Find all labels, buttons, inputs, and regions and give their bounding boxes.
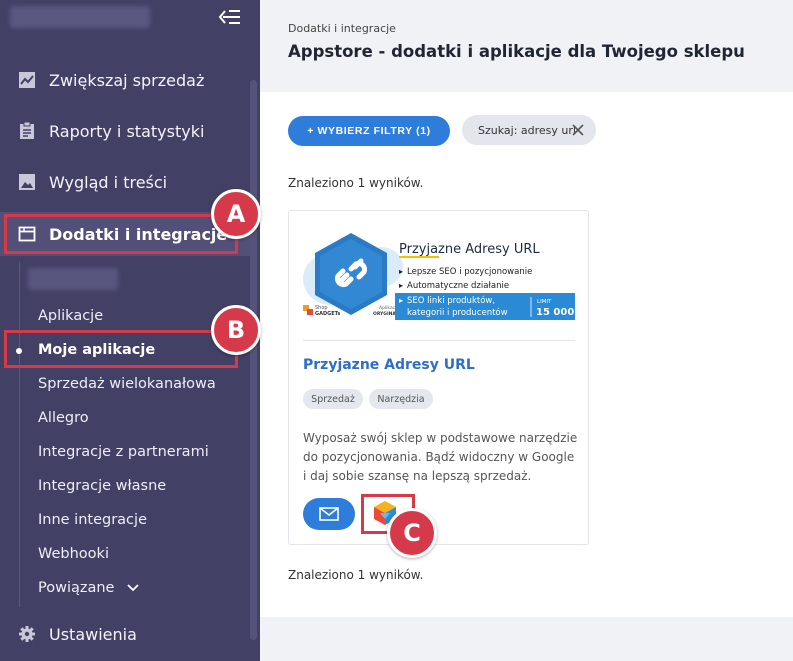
nav-item-sales[interactable]: Zwiększaj sprzedaż [0, 58, 250, 102]
submenu-item-custom[interactable]: Integracje własne [38, 476, 166, 496]
app-title[interactable]: Przyjazne Adresy URL [303, 357, 475, 373]
collapse-sidebar-icon[interactable] [218, 8, 242, 26]
nav-item-reports[interactable]: Raporty i statystyki [0, 109, 250, 153]
choose-filters-button[interactable]: + WYBIERZ FILTRY (1) [288, 116, 450, 146]
submenu-item-webhooks[interactable]: Webhooki [38, 544, 109, 564]
submenu-item-other[interactable]: Inne integracje [38, 510, 147, 530]
tag-sales[interactable]: Sprzedaż [303, 389, 363, 409]
nav-item-settings[interactable]: Ustawienia [0, 612, 250, 656]
close-icon[interactable] [572, 124, 584, 136]
search-filter-chip: Szukaj: adresy url [462, 115, 596, 145]
banner-bullet-2: Automatyczne działanie [407, 281, 509, 291]
limit-value: 15 000 [536, 307, 574, 318]
submenu-label: Powiązane [38, 580, 115, 596]
image-icon [19, 174, 35, 190]
banner-highlight-1: SEO linki produktów, [407, 295, 495, 306]
results-count: Znaleziono 1 wyników. [288, 176, 424, 190]
submenu-item-multichannel[interactable]: Sprzedaż wielokanałowa [38, 374, 216, 394]
banner-bullet: ▸ [399, 267, 403, 276]
submenu-item-related[interactable]: Powiązane [38, 578, 139, 598]
banner-bullet: ▸ [399, 296, 403, 305]
results-count-bottom: Znaleziono 1 wyników. [288, 568, 424, 582]
card-divider [303, 340, 575, 341]
app-banner[interactable]: Shop GADGETs Aplikacja ORYGINALNA Przyja… [303, 229, 575, 324]
submenu-hidden-item [28, 268, 118, 290]
mail-icon [319, 507, 339, 521]
page-title: Appstore - dodatki i aplikacje dla Twoje… [288, 42, 745, 61]
annotation-badge-a: A [211, 189, 261, 239]
page-header: Dodatki i integracje Appstore - dodatki … [260, 0, 793, 92]
banner-highlight-2: kategorii i producentów [407, 307, 508, 318]
banner-title: Przyjazne Adresy URL [399, 242, 540, 257]
nav-label: Zwiększaj sprzedaż [49, 70, 205, 90]
tag-tools[interactable]: Narzędzia [369, 389, 433, 409]
chevron-down-icon [127, 584, 139, 592]
footer-area [260, 617, 793, 661]
submenu-guide-line [19, 262, 20, 607]
submenu-item-allegro[interactable]: Allegro [38, 408, 89, 428]
submenu-item-partners[interactable]: Integracje z partnerami [38, 442, 209, 462]
brand-bottom-text: GADGETs [315, 311, 340, 317]
breadcrumb[interactable]: Dodatki i integracje [288, 22, 396, 35]
highlight-box-a [4, 214, 238, 254]
contact-button[interactable] [303, 498, 355, 530]
search-chip-label: Szukaj: adresy url [478, 123, 576, 137]
main-panel: + WYBIERZ FILTRY (1) Szukaj: adresy url … [260, 92, 793, 617]
submenu-item-apps[interactable]: Aplikacje [38, 306, 103, 326]
store-logo [10, 6, 150, 28]
sidebar-scrollbar[interactable] [250, 80, 257, 640]
nav-label: Wygląd i treści [49, 172, 168, 192]
limit-label: LIMIT [537, 299, 552, 305]
trend-chart-icon [19, 72, 35, 88]
banner-bullet: ▸ [399, 281, 403, 290]
banner-bullet-1: Lepsze SEO i pozycjonowanie [407, 267, 532, 277]
nav-label: Raporty i statystyki [49, 121, 205, 141]
annotation-badge-b: B [211, 305, 261, 355]
clipboard-icon [20, 122, 34, 139]
annotation-badge-c: C [387, 508, 437, 558]
nav-item-appearance[interactable]: Wygląd i treści [0, 160, 250, 204]
app-card[interactable]: Shop GADGETs Aplikacja ORYGINALNA Przyja… [288, 210, 589, 545]
highlight-box-b [4, 330, 238, 368]
app-description: Wyposaż swój sklep w podstawowe narzędzi… [303, 431, 578, 483]
gear-icon [19, 626, 35, 642]
nav-label: Ustawienia [49, 624, 137, 644]
